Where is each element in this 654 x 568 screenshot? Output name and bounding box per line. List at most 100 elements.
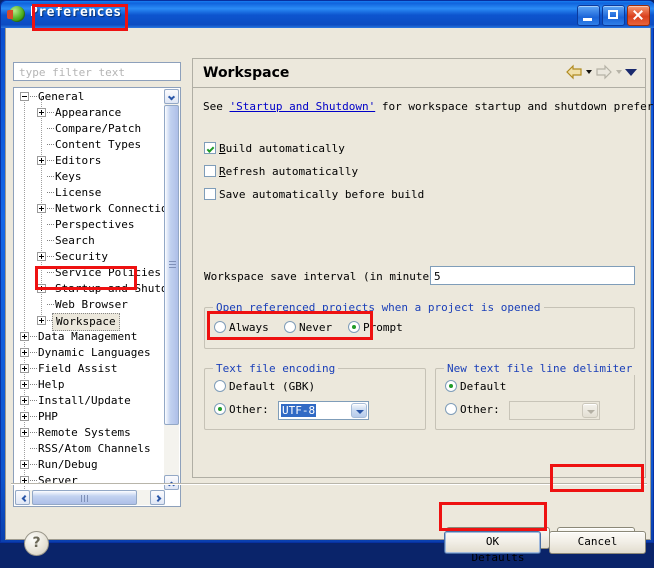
tree-item-label: Startup and Shutdown — [55, 282, 164, 295]
tree-horizontal-scrollbar[interactable] — [15, 490, 165, 505]
encoding-default-radio[interactable]: Default (GBK) — [214, 380, 315, 393]
expand-icon[interactable] — [20, 348, 29, 357]
horizontal-scroll-thumb[interactable] — [32, 490, 137, 505]
radio-prompt[interactable]: Prompt — [348, 321, 403, 334]
window-title: Preferences — [30, 5, 122, 20]
dialog-body: type filter text General Appearance Compar… — [5, 28, 654, 564]
back-arrow-icon[interactable] — [565, 64, 583, 80]
delimiter-other-radio[interactable]: Other: — [445, 403, 500, 416]
scroll-left-arrow-icon[interactable] — [15, 490, 30, 505]
tree-connector — [47, 224, 54, 226]
tree-item-label: Help — [38, 378, 65, 391]
tree-connector — [30, 368, 37, 370]
tree-connector — [30, 416, 37, 418]
expand-icon[interactable] — [37, 284, 46, 293]
scroll-up-arrow-icon[interactable] — [164, 89, 179, 104]
expand-icon[interactable] — [37, 252, 46, 261]
back-dropdown-icon[interactable] — [586, 70, 592, 74]
tree-connector — [47, 272, 54, 274]
close-button[interactable] — [627, 5, 650, 26]
expand-icon[interactable] — [20, 460, 29, 469]
checkbox-label: Save automatically before build — [219, 188, 425, 201]
radio-label: Other: — [229, 403, 269, 416]
tree-connector — [30, 336, 37, 338]
encoding-combobox[interactable]: UTF-8 — [278, 401, 369, 420]
tree-connector — [47, 240, 54, 242]
tree-item-label: License — [55, 186, 102, 199]
tree-vertical-scrollbar[interactable] — [164, 89, 179, 490]
encoding-other-radio[interactable]: Other: — [214, 403, 269, 416]
radio-never[interactable]: Never — [284, 321, 332, 334]
expand-icon[interactable] — [37, 156, 46, 165]
refresh-automatically-checkbox[interactable]: Refresh automatically — [204, 165, 358, 178]
expand-icon[interactable] — [20, 380, 29, 389]
tree-connector — [47, 256, 54, 258]
view-menu-icon[interactable] — [625, 68, 637, 76]
tree-item-label: Compare/Patch — [55, 122, 142, 135]
tree-item-label: Server — [38, 474, 78, 487]
page-header: Workspace — [193, 59, 645, 88]
encoding-value: UTF-8 — [281, 404, 317, 417]
expand-icon[interactable] — [37, 108, 46, 117]
tree-connector — [47, 160, 54, 162]
expand-icon[interactable] — [20, 412, 29, 421]
expand-icon[interactable] — [20, 428, 29, 437]
preferences-tree[interactable]: General Appearance Compare/Patch Content Ty… — [13, 87, 181, 507]
expand-icon[interactable] — [37, 204, 46, 213]
collapse-icon[interactable] — [20, 92, 29, 101]
scroll-grip-icon — [169, 261, 176, 269]
tree-connector — [30, 480, 37, 482]
tree-item-label: Web Browser — [55, 298, 128, 311]
radio-label: Never — [299, 321, 333, 334]
chevron-down-icon[interactable] — [351, 403, 367, 418]
tree-item-label: Field Assist — [38, 362, 118, 375]
checkbox-icon — [204, 142, 216, 154]
tree-connector — [47, 144, 54, 146]
build-automatically-checkbox[interactable]: Build automatically — [204, 142, 345, 155]
tree-item-label: Run/Debug — [38, 458, 98, 471]
delimiter-default-radio[interactable]: Default — [445, 380, 506, 393]
group-title: New text file line delimiter — [444, 362, 636, 375]
title-bar: Preferences — [1, 1, 654, 28]
description-before: See — [203, 100, 230, 113]
expand-icon[interactable] — [20, 396, 29, 405]
filter-input[interactable]: type filter text — [13, 62, 181, 81]
startup-shutdown-link[interactable]: 'Startup and Shutdown' — [230, 100, 376, 113]
radio-label: Other: — [460, 403, 500, 416]
expand-icon[interactable] — [20, 364, 29, 373]
tree-item-label: Perspectives — [55, 218, 135, 231]
tree-item-label: Remote Systems — [38, 426, 131, 439]
radio-label: Default (GBK) — [229, 380, 316, 393]
tree-connector — [30, 432, 37, 434]
preferences-icon — [7, 6, 25, 22]
save-automatically-checkbox[interactable]: Save automatically before build — [204, 188, 424, 201]
preferences-window: Preferences type filter text General Appe… — [0, 0, 654, 564]
vertical-scroll-thumb[interactable] — [164, 105, 179, 425]
page-title: Workspace — [203, 65, 290, 81]
text-file-encoding-group: Text file encoding Default (GBK) Other: … — [204, 362, 426, 430]
radio-always[interactable]: Always — [214, 321, 269, 334]
help-icon[interactable]: ? — [24, 531, 49, 556]
tree-connector — [47, 192, 54, 194]
radio-icon — [214, 403, 226, 415]
minimize-button[interactable] — [577, 5, 600, 26]
tree-connector — [30, 96, 37, 98]
scroll-right-arrow-icon[interactable] — [150, 490, 165, 505]
maximize-button[interactable] — [602, 5, 625, 26]
radio-icon — [284, 321, 296, 333]
forward-arrow-icon — [596, 64, 612, 80]
save-interval-input[interactable]: 5 — [430, 266, 635, 285]
tree-item-label: Appearance — [55, 106, 122, 119]
workspace-preference-page: Workspace See 'Startup and Shutdown' for… — [192, 58, 654, 564]
window-controls — [577, 5, 650, 26]
expand-icon[interactable] — [37, 316, 46, 325]
page-content: See 'Startup and Shutdown' for workspace… — [193, 88, 654, 564]
tree-item-label: Content Types — [55, 138, 142, 151]
tree-item-label: Service Policies — [55, 266, 161, 279]
tree-connector — [47, 176, 54, 178]
checkbox-icon — [204, 188, 216, 200]
tree-item-label: Search — [55, 234, 95, 247]
tree-connector — [30, 464, 37, 466]
expand-icon[interactable] — [20, 332, 29, 341]
radio-icon — [445, 403, 457, 415]
